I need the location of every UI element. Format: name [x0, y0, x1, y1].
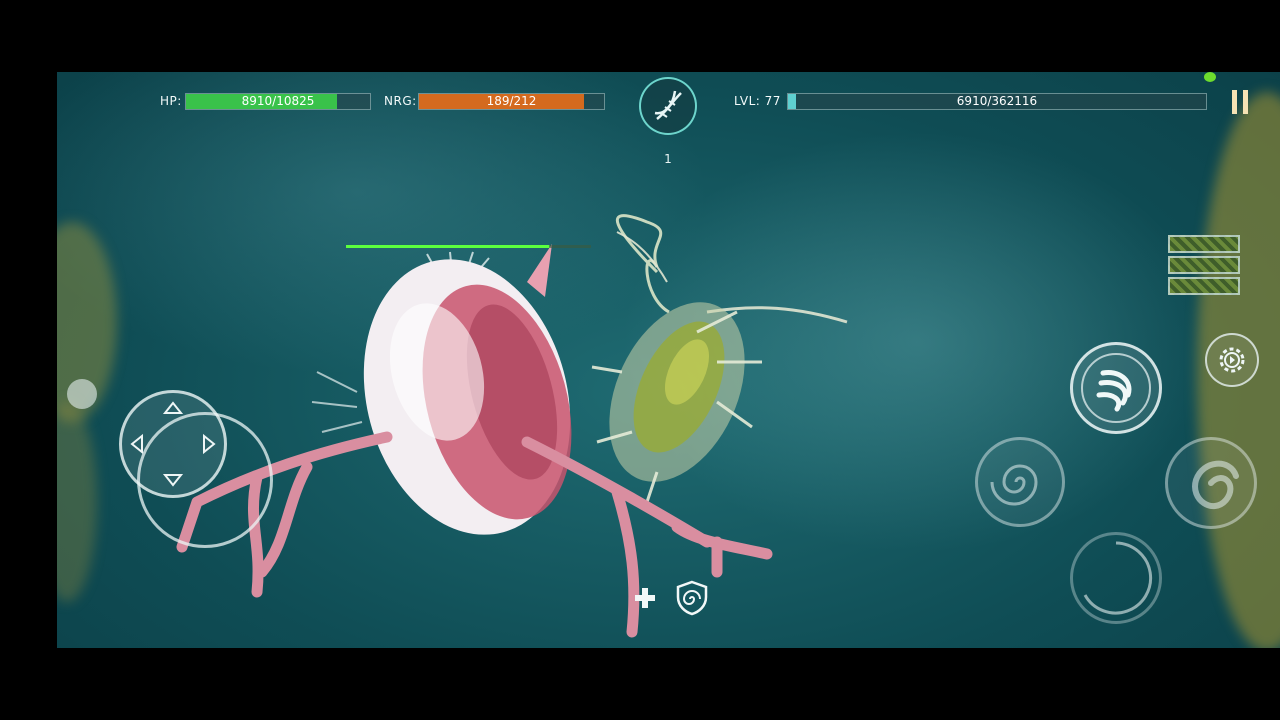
inventory-slot[interactable] [1168, 235, 1240, 253]
green-microbe-enemy[interactable] [582, 214, 848, 504]
cooldown-ring-icon [1083, 541, 1153, 615]
heal-plus-icon [635, 588, 655, 608]
joystick[interactable] [119, 390, 279, 550]
skill-button-claw[interactable] [1070, 342, 1162, 434]
dna-icon [654, 90, 682, 120]
xp-value: 6910/362116 [956, 94, 1038, 108]
shield-buff [675, 580, 709, 616]
status-dot [1204, 72, 1216, 82]
skill-button-cooldown[interactable] [1070, 532, 1162, 624]
nrg-bar: 189/212 [418, 93, 605, 110]
skill-button-vortex[interactable] [975, 437, 1065, 527]
pause-button[interactable] [1229, 88, 1253, 116]
inventory-stack[interactable] [1168, 235, 1240, 297]
inventory-slot[interactable] [1168, 277, 1240, 295]
settings-button[interactable] [1205, 333, 1259, 387]
xp-bar: 6910/362116 [787, 93, 1207, 110]
vortex-icon [990, 464, 1038, 506]
spiral-shell-icon [1192, 460, 1239, 509]
nrg-label: NRG: [384, 94, 417, 108]
level-label: LVL: 77 [734, 94, 781, 108]
nrg-value: 189/212 [486, 94, 537, 108]
hp-label: HP: [160, 94, 182, 108]
skill-button-spiral[interactable] [1165, 437, 1257, 529]
target-health-bar [346, 245, 591, 248]
heal-buff [633, 586, 657, 610]
edge-handle[interactable] [67, 379, 97, 409]
claw-swirl-icon [1081, 353, 1151, 423]
shield-swirl-icon [676, 580, 708, 616]
pause-icon [1232, 90, 1248, 114]
dna-count: 1 [664, 152, 672, 166]
hp-bar: 8910/10825 [185, 93, 371, 110]
hp-value: 8910/10825 [241, 94, 315, 108]
joystick-knob[interactable] [119, 390, 227, 498]
gear-play-icon [1219, 347, 1245, 373]
dna-button[interactable] [639, 77, 697, 135]
game-viewport[interactable]: HP: 8910/10825 NRG: 189/212 1 LVL: 77 69… [57, 72, 1280, 648]
inventory-slot[interactable] [1168, 256, 1240, 274]
dpad-joystick [130, 401, 216, 487]
